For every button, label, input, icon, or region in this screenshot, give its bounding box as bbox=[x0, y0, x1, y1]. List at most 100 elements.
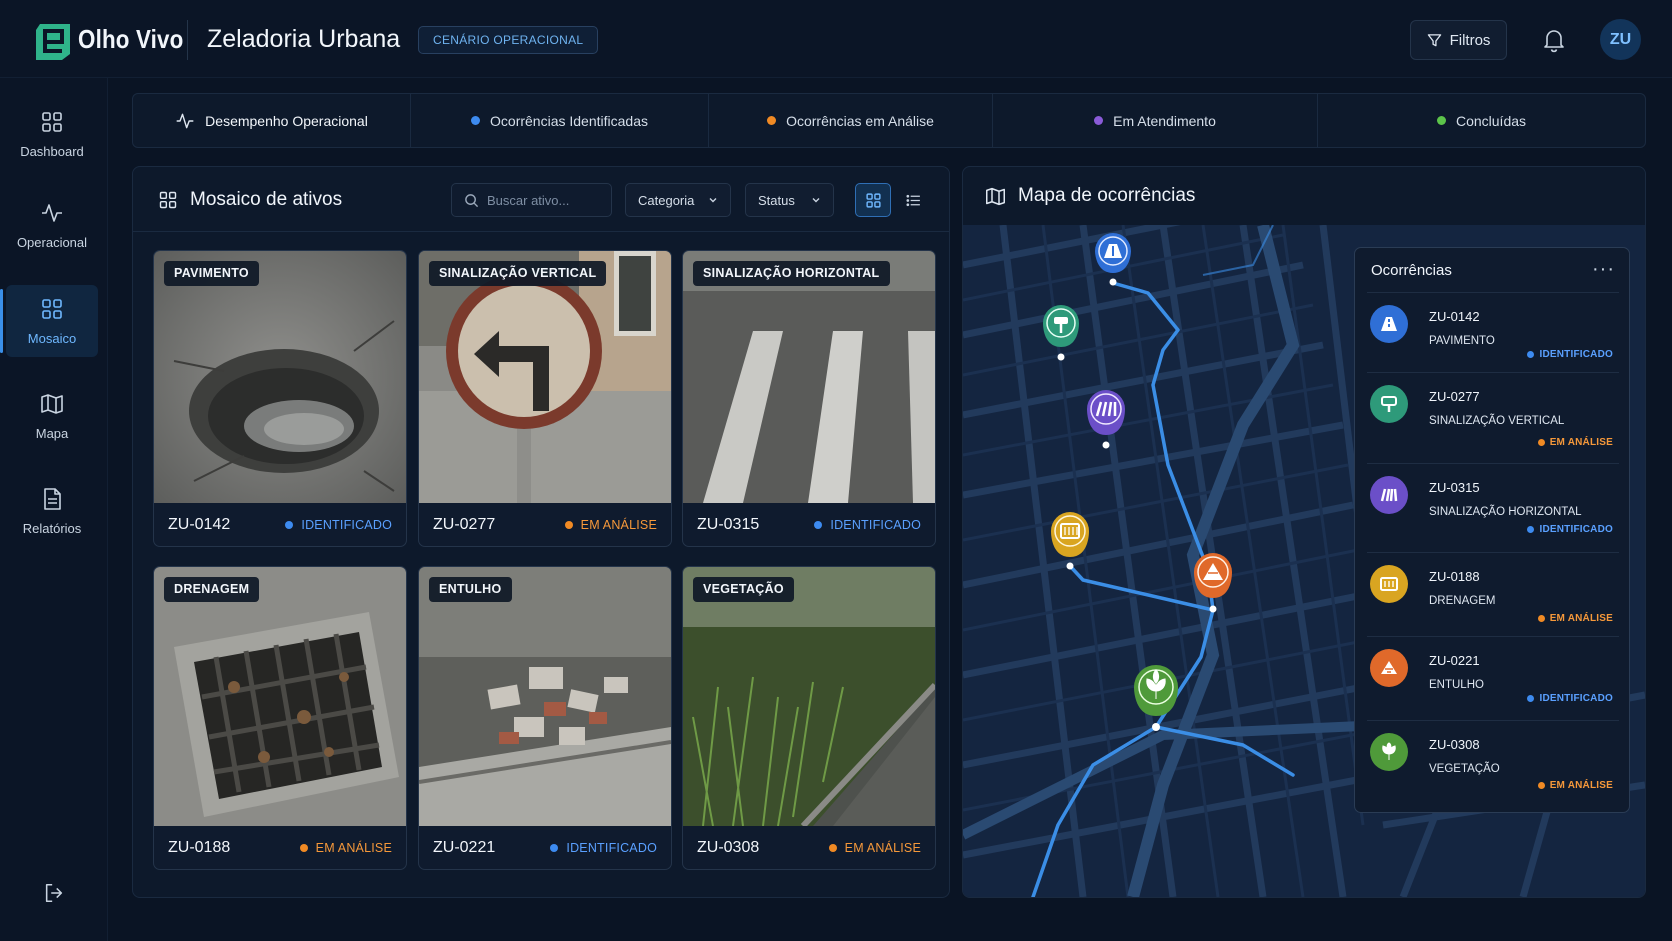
status-dot bbox=[1436, 116, 1446, 125]
category-select-label: Categoria bbox=[638, 192, 695, 208]
status-text: IDENTIFICADO bbox=[301, 517, 392, 532]
search-input[interactable]: Buscar ativo... bbox=[451, 183, 612, 217]
card-footer: ZU-0221 IDENTIFICADO bbox=[419, 826, 671, 869]
status-dot bbox=[767, 116, 777, 125]
status-select[interactable]: Status bbox=[745, 183, 834, 217]
top-bar: Olho Vivo Zeladoria Urbana CENÁRIO OPERA… bbox=[0, 0, 1672, 78]
card-footer: ZU-0308 EM ANÁLISE bbox=[683, 826, 935, 869]
card-footer: ZU-0142 IDENTIFICADO bbox=[154, 503, 406, 546]
leaf-icon bbox=[1370, 733, 1408, 771]
sidebar-item-label: Mosaico bbox=[27, 330, 77, 346]
occurrence-category: PAVIMENTO bbox=[1429, 335, 1495, 347]
activity-icon bbox=[176, 113, 194, 128]
status-text: EM ANÁLISE bbox=[580, 517, 657, 532]
sidebar-item-label: Operacional bbox=[16, 234, 88, 250]
drain-image bbox=[154, 567, 406, 826]
sidebar-item-mosaico[interactable]: Mosaico bbox=[0, 285, 98, 357]
category-tag: ENTULHO bbox=[429, 577, 512, 602]
chevron-down-icon bbox=[709, 198, 717, 203]
category-tag: DRENAGEM bbox=[164, 577, 260, 602]
app-title: Zeladoria Urbana bbox=[207, 25, 401, 53]
tab-desempenho-operacional[interactable]: Desempenho Operacional bbox=[133, 94, 411, 147]
asset-code: ZU-0315 bbox=[697, 515, 760, 533]
occurrence-code: ZU-0315 bbox=[1429, 480, 1480, 495]
card-footer: ZU-0277 EM ANÁLISE bbox=[419, 503, 671, 546]
occurrence-item[interactable]: ZU-0277 SINALIZAÇÃO VERTICAL EM ANÁLISE bbox=[1367, 372, 1619, 463]
asset-code: ZU-0188 bbox=[168, 838, 231, 856]
status-label: Ocorrências Identificadas bbox=[490, 112, 648, 129]
occurrence-item[interactable]: ZU-0221 ENTULHO IDENTIFICADO bbox=[1367, 636, 1619, 720]
asset-code: ZU-0142 bbox=[168, 515, 231, 533]
occurrence-item[interactable]: ZU-0142 PAVIMENTO IDENTIFICADO bbox=[1367, 292, 1619, 374]
tab-ocorrencias-em-analise[interactable]: Ocorrências em Análise bbox=[709, 94, 993, 147]
crosswalk-image bbox=[683, 251, 935, 503]
grid-icon bbox=[42, 298, 62, 319]
occurrence-code: ZU-0142 bbox=[1429, 309, 1480, 324]
activity-icon bbox=[42, 203, 62, 222]
tab-ocorrencias-identificadas[interactable]: Ocorrências Identificadas bbox=[411, 94, 709, 147]
status-badge: IDENTIFICADO bbox=[285, 518, 392, 532]
filters-button[interactable]: Filtros bbox=[1410, 20, 1507, 60]
tab-em-atendimento[interactable]: Em Atendimento bbox=[993, 94, 1318, 147]
status-dot bbox=[1094, 116, 1104, 125]
occurrence-item[interactable]: ZU-0188 DRENAGEM EM ANÁLISE bbox=[1367, 552, 1619, 636]
signpost-icon bbox=[1370, 385, 1408, 423]
status-label: Concluídas bbox=[1455, 112, 1527, 129]
asset-card[interactable]: DRENAGEM ZU-0188 EM ANÁLISE bbox=[153, 566, 407, 870]
sidebar-item-relatorios[interactable]: Relatórios bbox=[6, 475, 98, 547]
filters-label: Filtros bbox=[1449, 31, 1491, 49]
status-badge: IDENTIFICADO bbox=[814, 518, 921, 532]
user-avatar[interactable]: ZU bbox=[1600, 19, 1641, 60]
status-badge: IDENTIFICADO bbox=[550, 841, 657, 855]
asset-card[interactable]: PAVIMENTO ZU-0142 IDENTIFICADO bbox=[153, 250, 407, 547]
logout-icon[interactable] bbox=[43, 882, 65, 904]
sidebar-item-label: Mapa bbox=[35, 425, 69, 441]
filter-icon bbox=[1427, 33, 1441, 46]
tab-concluidas[interactable]: Concluídas bbox=[1318, 94, 1645, 147]
status-bar: Desempenho Operacional Ocorrências Ident… bbox=[132, 93, 1646, 148]
list-view-button[interactable] bbox=[895, 183, 931, 217]
status-badge: EM ANÁLISE bbox=[1537, 437, 1613, 448]
occurrence-category: SINALIZAÇÃO VERTICAL bbox=[1429, 415, 1565, 427]
status-text: EM ANÁLISE bbox=[1549, 613, 1613, 624]
status-text: IDENTIFICADO bbox=[566, 840, 657, 855]
vegetation-image bbox=[683, 567, 935, 826]
asset-card[interactable]: SINALIZAÇÃO HORIZONTAL ZU-0315 IDENTIFIC… bbox=[682, 250, 936, 547]
category-select[interactable]: Categoria bbox=[625, 183, 731, 217]
status-badge: EM ANÁLISE bbox=[1537, 780, 1613, 791]
status-text: IDENTIFICADO bbox=[1539, 349, 1613, 360]
grid-view-button[interactable] bbox=[855, 183, 891, 217]
category-tag: SINALIZAÇÃO VERTICAL bbox=[429, 261, 607, 286]
asset-code: ZU-0277 bbox=[433, 515, 496, 533]
asset-card[interactable]: SINALIZAÇÃO VERTICAL ZU-0277 EM ANÁLISE bbox=[418, 250, 672, 547]
occurrence-item[interactable]: ZU-0315 SINALIZAÇÃO HORIZONTAL IDENTIFIC… bbox=[1367, 463, 1619, 552]
status-badge: IDENTIFICADO bbox=[1527, 693, 1613, 704]
map-icon bbox=[986, 187, 1005, 205]
asset-code: ZU-0221 bbox=[433, 838, 496, 856]
bell-icon[interactable] bbox=[1540, 26, 1568, 54]
occurrence-item[interactable]: ZU-0308 VEGETAÇÃO EM ANÁLISE bbox=[1367, 720, 1619, 806]
sidebar-item-mapa[interactable]: Mapa bbox=[6, 380, 98, 452]
sidebar-item-operacional[interactable]: Operacional bbox=[6, 189, 98, 261]
more-options-icon[interactable]: ··· bbox=[1592, 258, 1615, 281]
status-text: EM ANÁLISE bbox=[1549, 780, 1613, 791]
map-title: Mapa de ocorrências bbox=[985, 185, 1195, 207]
sidebar-item-dashboard[interactable]: Dashboard bbox=[6, 98, 98, 170]
status-text: EM ANÁLISE bbox=[315, 840, 392, 855]
map-panel: Mapa de ocorrências Ocorrências ··· ZU-0… bbox=[962, 166, 1646, 898]
asset-code: ZU-0308 bbox=[697, 838, 760, 856]
road-icon bbox=[1370, 305, 1408, 343]
card-footer: ZU-0188 EM ANÁLISE bbox=[154, 826, 406, 869]
status-text: IDENTIFICADO bbox=[1539, 693, 1613, 704]
asset-card[interactable]: ENTULHO ZU-0221 IDENTIFICADO bbox=[418, 566, 672, 870]
status-text: EM ANÁLISE bbox=[1549, 437, 1613, 448]
status-text: IDENTIFICADO bbox=[1539, 524, 1613, 535]
brand-name: Olho Vivo bbox=[78, 24, 184, 54]
sidebar-item-label: Dashboard bbox=[20, 143, 84, 159]
mosaic-divider bbox=[133, 231, 949, 232]
header-divider bbox=[187, 20, 188, 60]
occurrence-code: ZU-0308 bbox=[1429, 737, 1480, 752]
status-select-label: Status bbox=[758, 192, 795, 208]
asset-card[interactable]: VEGETAÇÃO ZU-0308 EM ANÁLISE bbox=[682, 566, 936, 870]
sidebar: Dashboard Operacional Mosaico Mapa Relat… bbox=[0, 78, 108, 941]
